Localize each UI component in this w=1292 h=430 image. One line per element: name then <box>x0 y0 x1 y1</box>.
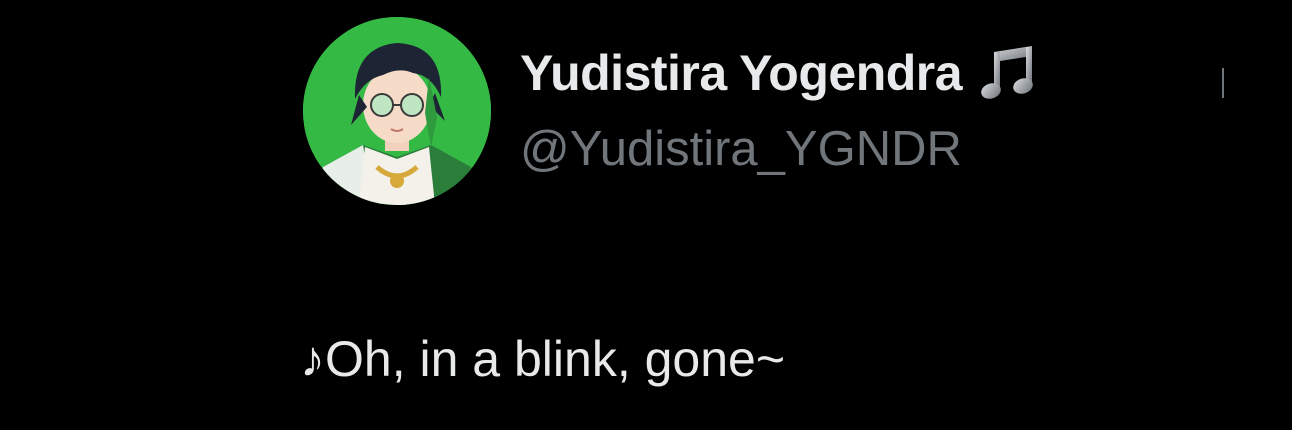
display-name[interactable]: Yudistira Yogendra <box>520 48 963 98</box>
avatar-illustration <box>303 17 491 205</box>
tweet-text: ♪Oh, in a blink, gone~ <box>300 331 786 387</box>
avatar[interactable] <box>303 17 491 205</box>
author-name-row: Yudistira Yogendra <box>520 38 1042 108</box>
header-divider <box>1222 68 1224 98</box>
tweet-card: Yudistira Yogendra @Yudistira_YGNDR ♪Oh,… <box>0 0 1292 430</box>
musical-notes-icon <box>980 42 1042 104</box>
user-handle[interactable]: @Yudistira_YGNDR <box>520 125 962 174</box>
